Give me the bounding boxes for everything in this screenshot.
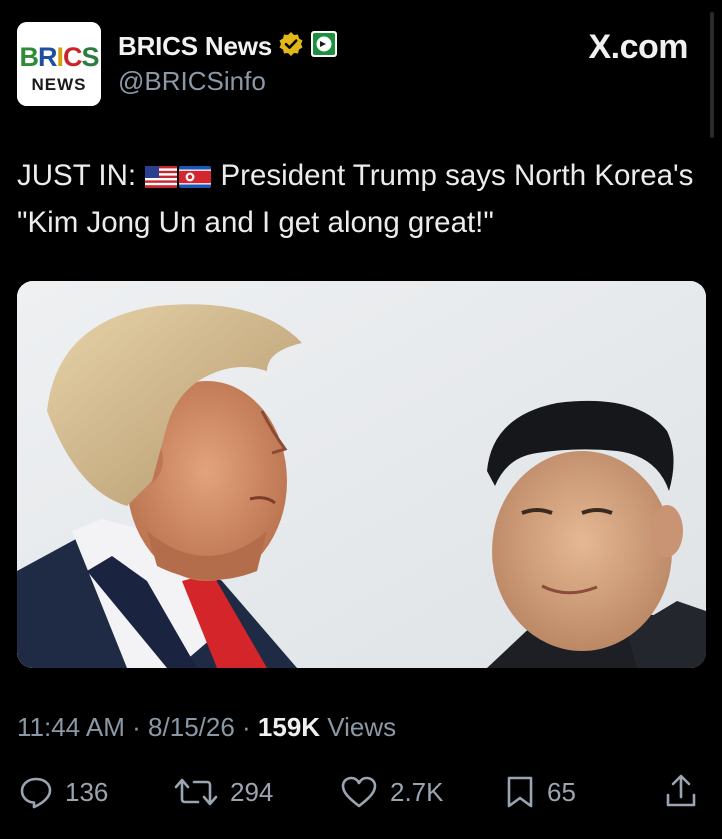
reply-count: 136 xyxy=(65,776,109,807)
share-icon xyxy=(664,773,698,809)
like-count: 2.7K xyxy=(390,776,444,807)
repost-count: 294 xyxy=(230,776,274,807)
views-count: 159K xyxy=(257,712,321,742)
avatar[interactable]: BRICS NEWS xyxy=(17,22,101,106)
affiliate-badge-icon xyxy=(310,30,338,63)
north-korea-flag-icon xyxy=(179,157,212,201)
like-button[interactable]: 2.7K xyxy=(340,775,444,809)
author-name-row: BRICS News xyxy=(118,30,338,63)
meta-separator: · xyxy=(234,712,258,742)
reply-button[interactable]: 136 xyxy=(19,775,108,809)
verified-badge-icon xyxy=(278,31,304,62)
bookmark-button[interactable]: 65 xyxy=(505,775,576,809)
views-label: Views xyxy=(320,712,397,742)
x-brand-watermark: X.com xyxy=(588,28,688,66)
brics-news-logo: BRICS NEWS xyxy=(17,22,101,106)
action-bar: 136 294 2.7K 65 xyxy=(0,765,722,819)
author-handle[interactable]: @BRICSinfo xyxy=(118,66,266,97)
svg-text:NEWS: NEWS xyxy=(32,75,87,94)
tweet-meta: 11:44 AM · 8/15/26 · 159K Views xyxy=(17,712,396,743)
us-flag-icon xyxy=(145,157,178,201)
tweet-date[interactable]: 8/15/26 xyxy=(148,712,235,742)
meta-separator: · xyxy=(124,712,149,742)
tweet-time[interactable]: 11:44 AM xyxy=(17,712,125,742)
tweet-photo[interactable] xyxy=(17,281,706,668)
reply-icon xyxy=(19,775,53,809)
share-button[interactable] xyxy=(664,773,698,809)
repost-button[interactable]: 294 xyxy=(174,775,273,809)
display-name[interactable]: BRICS News xyxy=(118,31,272,62)
repost-icon xyxy=(174,775,218,809)
tweet-text: JUST IN: President Trump says North Kore… xyxy=(17,154,707,245)
bookmark-count: 65 xyxy=(547,776,576,807)
svg-text:BRICS: BRICS xyxy=(19,42,98,72)
scrollbar[interactable] xyxy=(710,12,714,138)
heart-icon xyxy=(340,775,378,809)
bookmark-icon xyxy=(505,775,535,809)
tweet-prefix: JUST IN: xyxy=(17,159,137,192)
